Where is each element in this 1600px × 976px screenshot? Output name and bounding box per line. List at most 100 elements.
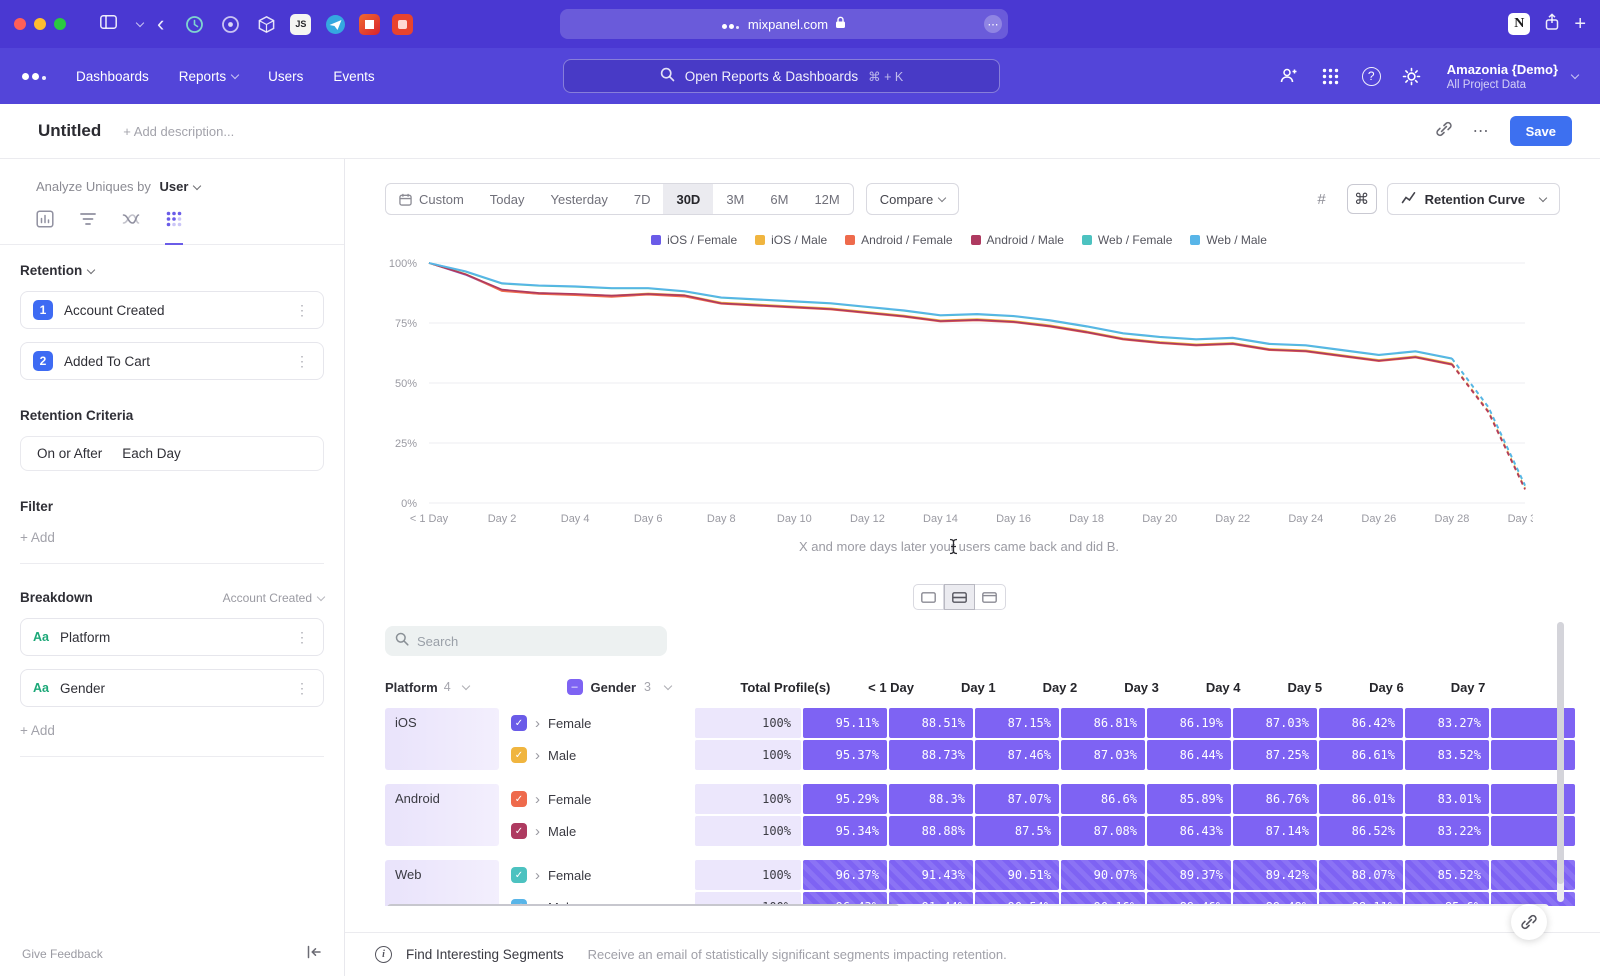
criteria-mode[interactable]: On or After [37, 446, 102, 461]
retention-value-cell[interactable]: 89.37% [1147, 860, 1231, 890]
legend-item[interactable]: iOS / Male [755, 233, 827, 247]
more-options-button[interactable]: ⋯ [1473, 121, 1490, 141]
find-segments-title[interactable]: Find Interesting Segments [406, 947, 564, 962]
retention-value-cell[interactable]: 88.3% [889, 784, 973, 814]
retention-value-cell[interactable]: 83.52% [1405, 740, 1489, 770]
legend-item[interactable]: Android / Female [845, 233, 952, 247]
platform-cell[interactable]: Web [385, 860, 499, 906]
retention-value-cell[interactable]: 86.01% [1319, 784, 1403, 814]
retention-value-cell[interactable]: 86.42% [1319, 708, 1403, 738]
retention-value-cell[interactable]: 88.88% [889, 816, 973, 846]
retention-value-cell[interactable]: 88.07% [1319, 860, 1403, 890]
breakdown-gender[interactable]: Aa Gender ⋮ [20, 669, 324, 707]
wave-extension-icon[interactable] [323, 12, 347, 36]
criteria-interval[interactable]: Each Day [122, 446, 181, 461]
sidebar-chevron-down-icon[interactable] [131, 15, 143, 33]
give-feedback-link[interactable]: Give Feedback [22, 947, 103, 961]
expand-chevron-icon[interactable]: › [535, 748, 540, 763]
legend-item[interactable]: Web / Male [1190, 233, 1266, 247]
retention-value-cell[interactable]: 86.6% [1061, 784, 1145, 814]
retention-value-cell[interactable]: 86.76% [1233, 784, 1317, 814]
kebab-menu-icon[interactable]: ⋮ [293, 302, 311, 319]
split-view-toggle[interactable] [944, 584, 975, 610]
step-added-to-cart[interactable]: 2 Added To Cart ⋮ [20, 342, 324, 380]
filter-add-button[interactable]: + Add [20, 530, 324, 564]
help-icon[interactable]: ? [1362, 67, 1381, 86]
gender-cell[interactable]: ✓›Female [501, 708, 695, 738]
retention-value-cell[interactable]: 87.25% [1233, 740, 1317, 770]
address-more-button[interactable]: ⋯ [984, 15, 1002, 33]
table-search-input[interactable] [417, 634, 657, 649]
row-checkbox[interactable]: ✓ [511, 791, 527, 807]
retention-value-cell[interactable]: 89.42% [1233, 860, 1317, 890]
row-checkbox[interactable]: ✓ [511, 715, 527, 731]
retention-value-cell[interactable]: 86.61% [1319, 740, 1403, 770]
date-range-7d[interactable]: 7D [621, 184, 664, 214]
tab-insights[interactable] [36, 210, 54, 244]
kebab-menu-icon[interactable]: ⋮ [293, 629, 311, 646]
copy-link-icon[interactable] [1435, 120, 1453, 143]
platform-cell[interactable]: iOS [385, 708, 499, 770]
horizontal-scrollbar-thumb[interactable] [387, 904, 899, 906]
breakdown-context-selector[interactable]: Account Created [223, 591, 324, 605]
add-description-button[interactable]: + Add description... [123, 124, 234, 139]
analyze-by-selector[interactable]: User [160, 179, 201, 194]
gender-cell[interactable]: ✓›Female [501, 784, 695, 814]
date-range-6m[interactable]: 6M [757, 184, 801, 214]
retention-value-cell[interactable]: 88.51% [889, 708, 973, 738]
retention-value-cell[interactable]: 86.52% [1319, 816, 1403, 846]
notion-app-icon[interactable]: N [1508, 13, 1530, 35]
expand-chevron-icon[interactable]: › [535, 716, 540, 731]
tab-flows[interactable] [122, 210, 140, 244]
project-switcher[interactable]: Amazonia {Demo} All Project Data [1447, 62, 1578, 91]
report-title[interactable]: Untitled [38, 121, 101, 141]
expand-chevron-icon[interactable]: › [535, 868, 540, 883]
row-checkbox[interactable]: ✓ [511, 867, 527, 883]
new-tab-button[interactable]: + [1574, 14, 1586, 34]
expand-chevron-icon[interactable]: › [535, 824, 540, 839]
gender-cell[interactable]: ✓›Male [501, 740, 695, 770]
mixpanel-logo[interactable] [22, 73, 46, 80]
nav-item-dashboards[interactable]: Dashboards [76, 69, 149, 84]
retention-section-toggle[interactable]: Retention [20, 263, 324, 278]
compare-button[interactable]: Compare [866, 183, 959, 215]
retention-value-cell[interactable]: 87.46% [975, 740, 1059, 770]
retention-value-cell[interactable]: 86.81% [1061, 708, 1145, 738]
date-range-custom[interactable]: Custom [386, 184, 477, 214]
vertical-scrollbar-thumb[interactable] [1557, 622, 1564, 884]
retention-value-cell[interactable]: 83.27% [1405, 708, 1489, 738]
date-range-30d[interactable]: 30D [663, 184, 713, 214]
retention-value-cell[interactable]: 90.51% [975, 860, 1059, 890]
nav-item-reports[interactable]: Reports [179, 69, 238, 84]
retention-value-cell[interactable]: 95.34% [803, 816, 887, 846]
share-icon[interactable] [1544, 13, 1560, 36]
retention-value-cell[interactable]: 95.37% [803, 740, 887, 770]
retention-value-cell[interactable]: 87.08% [1061, 816, 1145, 846]
retention-value-cell[interactable]: 95.11% [803, 708, 887, 738]
table-search[interactable] [385, 626, 667, 656]
video-extension-icon[interactable] [392, 14, 413, 35]
tab-retention[interactable] [165, 210, 183, 245]
date-range-3m[interactable]: 3M [713, 184, 757, 214]
expand-chevron-icon[interactable]: › [535, 792, 540, 807]
legend-item[interactable]: Web / Female [1082, 233, 1172, 247]
cube-extension-icon[interactable] [254, 12, 278, 36]
retention-value-cell[interactable]: 87.15% [975, 708, 1059, 738]
gender-cell[interactable]: ✓›Male [501, 816, 695, 846]
js-extension-icon[interactable]: JS [290, 14, 311, 35]
retention-value-cell[interactable]: 87.14% [1233, 816, 1317, 846]
retention-value-cell[interactable]: 96.37% [803, 860, 887, 890]
share-link-fab[interactable] [1511, 904, 1547, 940]
retention-value-cell[interactable]: 85.52% [1405, 860, 1489, 890]
circle-extension-icon[interactable] [218, 12, 242, 36]
kebab-menu-icon[interactable]: ⋮ [293, 353, 311, 370]
retention-value-cell[interactable]: 86.43% [1147, 816, 1231, 846]
legend-item[interactable]: iOS / Female [651, 233, 737, 247]
gender-column-header[interactable]: – Gender 3 [557, 678, 740, 696]
keyboard-shortcuts-button[interactable]: ⌘ [1347, 184, 1377, 214]
window-minimize-button[interactable] [34, 18, 46, 30]
retention-value-cell[interactable]: 83.01% [1405, 784, 1489, 814]
window-zoom-button[interactable] [54, 18, 66, 30]
global-search-button[interactable]: Open Reports & Dashboards ⌘ + K [563, 59, 1000, 93]
row-checkbox[interactable]: ✓ [511, 823, 527, 839]
